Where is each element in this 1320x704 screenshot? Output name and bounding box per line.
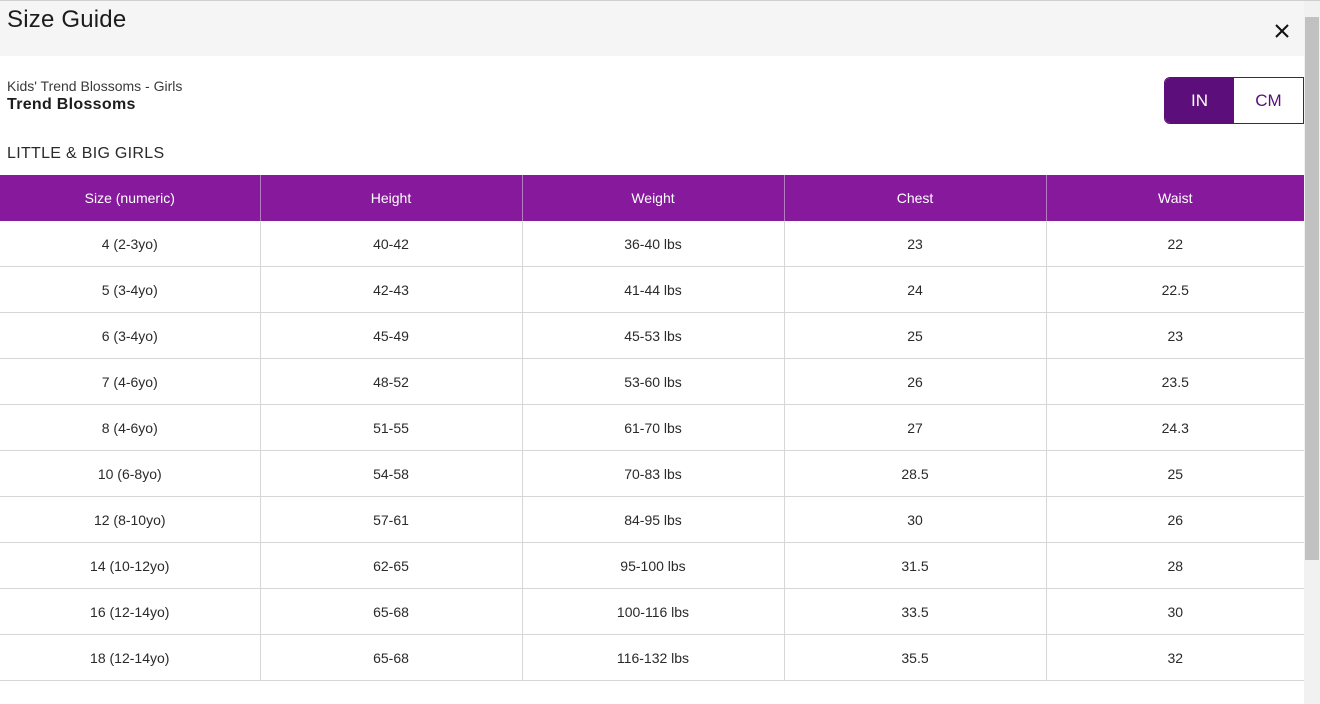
cell-chest: 35.5 — [784, 634, 1047, 681]
table-row: 5 (3-4yo) 42-43 41-44 lbs 24 22.5 — [0, 266, 1304, 313]
cell-waist: 24.3 — [1046, 404, 1304, 451]
cell-weight: 70-83 lbs — [522, 450, 785, 497]
cell-waist: 28 — [1046, 542, 1304, 589]
cell-weight: 53-60 lbs — [522, 358, 785, 405]
cell-chest: 28.5 — [784, 450, 1047, 497]
table-row: 10 (6-8yo) 54-58 70-83 lbs 28.5 25 — [0, 450, 1304, 497]
table-row: 12 (8-10yo) 57-61 84-95 lbs 30 26 — [0, 496, 1304, 543]
cell-chest: 24 — [784, 266, 1047, 313]
modal-header: Size Guide — [0, 1, 1304, 56]
table-row: 18 (12-14yo) 65-68 116-132 lbs 35.5 32 — [0, 634, 1304, 681]
cell-weight: 45-53 lbs — [522, 312, 785, 359]
close-button[interactable] — [1271, 20, 1293, 42]
unit-toggle: IN CM — [1164, 77, 1304, 124]
column-header-chest: Chest — [784, 175, 1047, 221]
cell-height: 40-42 — [260, 221, 523, 267]
cell-waist: 26 — [1046, 496, 1304, 543]
table-row: 16 (12-14yo) 65-68 100-116 lbs 33.5 30 — [0, 588, 1304, 635]
cell-height: 54-58 — [260, 450, 523, 497]
cell-weight: 36-40 lbs — [522, 221, 785, 267]
cell-size: 8 (4-6yo) — [0, 404, 261, 451]
cell-chest: 25 — [784, 312, 1047, 359]
cell-weight: 41-44 lbs — [522, 266, 785, 313]
cell-height: 65-68 — [260, 588, 523, 635]
collection-name: Trend Blossoms — [7, 96, 136, 113]
section-title: LITTLE & BIG GIRLS — [7, 145, 165, 162]
column-header-waist: Waist — [1046, 175, 1304, 221]
cell-waist: 23.5 — [1046, 358, 1304, 405]
cell-chest: 31.5 — [784, 542, 1047, 589]
cell-size: 4 (2-3yo) — [0, 221, 261, 267]
cell-chest: 33.5 — [784, 588, 1047, 635]
table-row: 6 (3-4yo) 45-49 45-53 lbs 25 23 — [0, 312, 1304, 359]
unit-option-in[interactable]: IN — [1165, 78, 1234, 123]
cell-waist: 22 — [1046, 221, 1304, 267]
column-header-size: Size (numeric) — [0, 175, 261, 221]
cell-weight: 84-95 lbs — [522, 496, 785, 543]
cell-weight: 61-70 lbs — [522, 404, 785, 451]
column-header-height: Height — [260, 175, 523, 221]
cell-size: 12 (8-10yo) — [0, 496, 261, 543]
cell-height: 42-43 — [260, 266, 523, 313]
modal-title: Size Guide — [7, 6, 127, 33]
cell-size: 18 (12-14yo) — [0, 634, 261, 681]
table-row: 4 (2-3yo) 40-42 36-40 lbs 23 22 — [0, 221, 1304, 267]
table-header-row: Size (numeric) Height Weight Chest Waist — [0, 175, 1304, 221]
cell-size: 7 (4-6yo) — [0, 358, 261, 405]
cell-chest: 30 — [784, 496, 1047, 543]
cell-waist: 25 — [1046, 450, 1304, 497]
table-row: 14 (10-12yo) 62-65 95-100 lbs 31.5 28 — [0, 542, 1304, 589]
cell-height: 48-52 — [260, 358, 523, 405]
cell-waist: 32 — [1046, 634, 1304, 681]
cell-size: 10 (6-8yo) — [0, 450, 261, 497]
cell-height: 62-65 — [260, 542, 523, 589]
cell-chest: 26 — [784, 358, 1047, 405]
cell-waist: 30 — [1046, 588, 1304, 635]
cell-chest: 27 — [784, 404, 1047, 451]
unit-option-cm[interactable]: CM — [1234, 78, 1303, 123]
cell-waist: 22.5 — [1046, 266, 1304, 313]
cell-size: 14 (10-12yo) — [0, 542, 261, 589]
cell-height: 65-68 — [260, 634, 523, 681]
cell-size: 5 (3-4yo) — [0, 266, 261, 313]
cell-height: 45-49 — [260, 312, 523, 359]
cell-size: 16 (12-14yo) — [0, 588, 261, 635]
cell-weight: 95-100 lbs — [522, 542, 785, 589]
cell-height: 51-55 — [260, 404, 523, 451]
cell-chest: 23 — [784, 221, 1047, 267]
scrollbar-thumb[interactable] — [1305, 17, 1319, 560]
cell-weight: 100-116 lbs — [522, 588, 785, 635]
close-icon — [1275, 24, 1289, 38]
column-header-weight: Weight — [522, 175, 785, 221]
cell-size: 6 (3-4yo) — [0, 312, 261, 359]
size-table: Size (numeric) Height Weight Chest Waist… — [0, 175, 1304, 681]
cell-weight: 116-132 lbs — [522, 634, 785, 681]
cell-waist: 23 — [1046, 312, 1304, 359]
table-row: 8 (4-6yo) 51-55 61-70 lbs 27 24.3 — [0, 404, 1304, 451]
table-row: 7 (4-6yo) 48-52 53-60 lbs 26 23.5 — [0, 358, 1304, 405]
cell-height: 57-61 — [260, 496, 523, 543]
product-subtitle: Kids' Trend Blossoms - Girls — [7, 78, 183, 94]
